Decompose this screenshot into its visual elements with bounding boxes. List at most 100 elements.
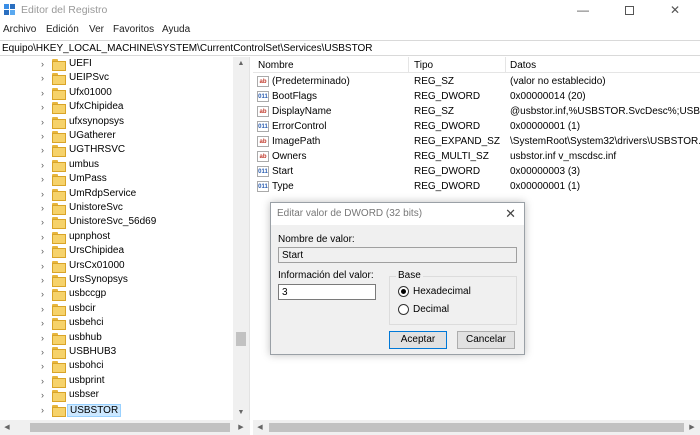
tree-item[interactable]: › UEIPSvc (0, 71, 232, 86)
table-row[interactable]: 011 Type REG_DWORD 0x00000001 (1) (253, 179, 700, 194)
tree-horizontal-scrollbar[interactable]: ◀ ▶ (0, 420, 250, 435)
table-row[interactable]: 011 BootFlags REG_DWORD 0x00000014 (20) (253, 89, 700, 104)
close-button[interactable]: ✕ (652, 0, 698, 20)
decimal-radio[interactable] (398, 304, 409, 315)
tree-scroll-thumb[interactable] (236, 332, 246, 346)
chevron-right-icon[interactable]: › (41, 317, 51, 329)
menu-archivo[interactable]: Archivo (3, 24, 36, 35)
hexadecimal-radio[interactable] (398, 286, 409, 297)
chevron-right-icon[interactable]: › (41, 360, 51, 372)
tree-item[interactable]: › USBSTOR (0, 403, 232, 418)
table-row[interactable]: ab Owners REG_MULTI_SZ usbstor.inf v_mscdsc… (253, 149, 700, 164)
folder-icon (52, 145, 66, 158)
table-row[interactable]: ab DisplayName REG_SZ @usbstor.inf,%USBSTOR… (253, 104, 700, 119)
tree-item[interactable]: › UrsSynopsys (0, 273, 232, 288)
maximize-button[interactable] (606, 0, 652, 20)
chevron-right-icon[interactable]: › (41, 116, 51, 128)
table-row[interactable]: 011 ErrorControl REG_DWORD 0x00000001 (1) (253, 119, 700, 134)
chevron-right-icon[interactable]: › (41, 173, 51, 185)
chevron-right-icon[interactable]: › (41, 389, 51, 401)
chevron-right-icon[interactable]: › (41, 159, 51, 171)
tree-hscroll-thumb[interactable] (30, 423, 230, 432)
chevron-right-icon[interactable]: › (41, 87, 51, 99)
chevron-right-icon[interactable]: › (41, 72, 51, 84)
tree-item[interactable]: › umbus (0, 158, 232, 173)
chevron-right-icon[interactable]: › (41, 303, 51, 315)
value-data: (valor no establecido) (510, 76, 606, 87)
tree-item[interactable]: › usbccgp (0, 287, 232, 302)
chevron-right-icon[interactable]: › (41, 202, 51, 214)
table-row[interactable]: ab (Predeterminado) REG_SZ (valor no establ… (253, 74, 700, 89)
chevron-right-icon[interactable]: › (41, 288, 51, 300)
tree-item[interactable]: › USBHUB3 (0, 345, 232, 360)
value-data-input[interactable]: 3 (278, 284, 376, 300)
registry-editor-window: Editor del Registro — ✕ Archivo Edición … (0, 0, 700, 435)
tree-item-label: UmPass (69, 173, 107, 185)
chevron-right-icon[interactable]: › (41, 216, 51, 228)
tree-item[interactable]: › UmRdpService (0, 187, 232, 202)
tree-item[interactable]: › usbohci (0, 359, 232, 374)
menu-ayuda[interactable]: Ayuda (162, 24, 190, 35)
tree-item[interactable]: › usbser (0, 388, 232, 403)
chevron-right-icon[interactable]: › (41, 130, 51, 142)
column-divider[interactable] (505, 57, 506, 73)
chevron-right-icon[interactable]: › (41, 245, 51, 257)
chevron-right-icon[interactable]: › (41, 404, 51, 416)
dialog-close-icon[interactable]: ✕ (505, 206, 516, 222)
chevron-right-icon[interactable]: › (41, 101, 51, 113)
tree-item[interactable]: › usbehci (0, 316, 232, 331)
table-row[interactable]: ab ImagePath REG_EXPAND_SZ \SystemRoot\Syst… (253, 134, 700, 149)
tree-item[interactable]: › UGTHRSVC (0, 143, 232, 158)
chevron-right-icon[interactable]: › (41, 274, 51, 286)
tree-item[interactable]: › usbcir (0, 302, 232, 317)
tree-item[interactable]: › UGatherer (0, 129, 232, 144)
chevron-right-icon[interactable]: › (41, 58, 51, 70)
scroll-right-icon[interactable]: ▶ (234, 420, 248, 435)
chevron-right-icon[interactable]: › (41, 260, 51, 272)
chevron-right-icon[interactable]: › (41, 231, 51, 243)
tree-item[interactable]: › UEFI (0, 57, 232, 72)
column-header-type[interactable]: Tipo (414, 60, 433, 71)
menu-edicion[interactable]: Edición (46, 24, 79, 35)
tree-item[interactable]: › ufxsynopsys (0, 115, 232, 130)
tree-item[interactable]: › usbprint (0, 374, 232, 389)
ok-button[interactable]: Aceptar (389, 331, 447, 349)
tree-vertical-scrollbar[interactable]: ▲ ▼ (233, 57, 249, 420)
tree-item[interactable]: › Ufx01000 (0, 86, 232, 101)
scroll-left-icon[interactable]: ◀ (0, 420, 14, 435)
chevron-right-icon[interactable]: › (41, 346, 51, 358)
key-tree[interactable]: › UEFI › UEIPSvc › Ufx01000 › UfxChipidea › ufxsy… (0, 57, 250, 435)
chevron-right-icon[interactable]: › (41, 188, 51, 200)
cancel-button[interactable]: Cancelar (457, 331, 515, 349)
scroll-left-icon[interactable]: ◀ (253, 420, 267, 435)
scroll-down-icon[interactable]: ▼ (233, 406, 249, 420)
column-divider[interactable] (408, 57, 409, 73)
address-bar[interactable]: Equipo\HKEY_LOCAL_MACHINE\SYSTEM\Current… (0, 40, 700, 56)
tree-item[interactable]: › UmPass (0, 172, 232, 187)
tree-item[interactable]: › UfxChipidea (0, 100, 232, 115)
chevron-right-icon[interactable]: › (41, 375, 51, 387)
hexadecimal-label[interactable]: Hexadecimal (413, 286, 471, 297)
decimal-label[interactable]: Decimal (413, 304, 449, 315)
scroll-up-icon[interactable]: ▲ (233, 57, 249, 71)
scroll-right-icon[interactable]: ▶ (685, 420, 699, 435)
column-header-name[interactable]: Nombre (258, 60, 294, 71)
tree-item[interactable]: › usbhub (0, 331, 232, 346)
chevron-right-icon[interactable]: › (41, 332, 51, 344)
minimize-button[interactable]: — (560, 0, 606, 20)
menu-ver[interactable]: Ver (89, 24, 104, 35)
folder-icon (52, 375, 66, 388)
dialog-title-bar[interactable]: Editar valor de DWORD (32 bits) ✕ (271, 203, 524, 225)
tree-item[interactable]: › UrsCx01000 (0, 259, 232, 274)
tree-item[interactable]: › upnphost (0, 230, 232, 245)
tree-item[interactable]: › UnistoreSvc (0, 201, 232, 216)
table-row[interactable]: 011 Start REG_DWORD 0x00000003 (3) (253, 164, 700, 179)
column-header-data[interactable]: Datos (510, 60, 536, 71)
tree-item[interactable]: › UnistoreSvc_56d69 (0, 215, 232, 230)
chevron-right-icon[interactable]: › (41, 144, 51, 156)
list-horizontal-scrollbar[interactable]: ◀ ▶ (253, 420, 700, 435)
menu-favoritos[interactable]: Favoritos (113, 24, 154, 35)
tree-item[interactable]: › UrsChipidea (0, 244, 232, 259)
list-hscroll-thumb[interactable] (269, 423, 684, 432)
title-bar[interactable]: Editor del Registro — ✕ (0, 0, 700, 20)
